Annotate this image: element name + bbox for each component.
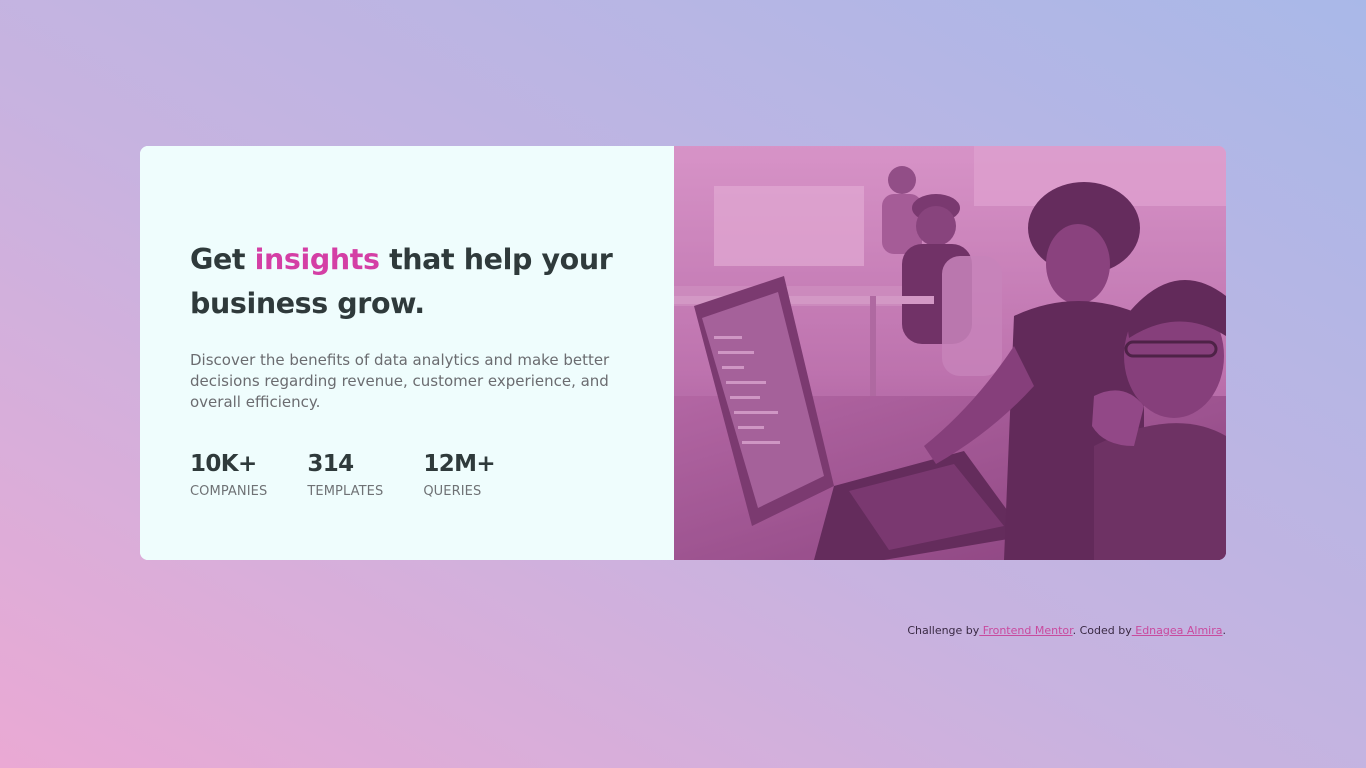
header-image (674, 146, 1226, 560)
stat-companies: 10K+ COMPANIES (190, 449, 267, 499)
description: Discover the benefits of data analytics … (190, 351, 610, 411)
stats-preview-card: Get insights that help your business gro… (140, 146, 1226, 560)
stat-label: QUERIES (423, 484, 482, 499)
image-overlay (674, 146, 1226, 560)
stat-label: TEMPLATES (307, 484, 384, 499)
stat-value: 12M+ (423, 451, 496, 477)
headline-start: Get (190, 243, 255, 276)
stats-row: 10K+ COMPANIES 314 TEMPLATES 12M+ QUERIE… (190, 449, 624, 499)
stat-value: 10K+ (190, 451, 257, 477)
stat-label: COMPANIES (190, 484, 268, 499)
frontend-mentor-link[interactable]: Frontend Mentor (979, 624, 1073, 637)
stat-queries: 12M+ QUERIES (423, 449, 495, 499)
headline: Get insights that help your business gro… (190, 238, 624, 326)
stat-templates: 314 TEMPLATES (307, 449, 383, 499)
card-text-panel: Get insights that help your business gro… (140, 146, 674, 560)
headline-accent: insights (254, 243, 380, 276)
attribution-prefix: Challenge by (907, 624, 980, 637)
attribution-middle: . Coded by (1072, 624, 1132, 637)
attribution-suffix: . (1222, 624, 1227, 637)
author-link[interactable]: Ednagea Almira (1132, 624, 1222, 637)
stat-value: 314 (307, 451, 354, 477)
office-photo (674, 146, 1226, 560)
attribution: Challenge by Frontend Mentor. Coded by E… (907, 624, 1226, 637)
